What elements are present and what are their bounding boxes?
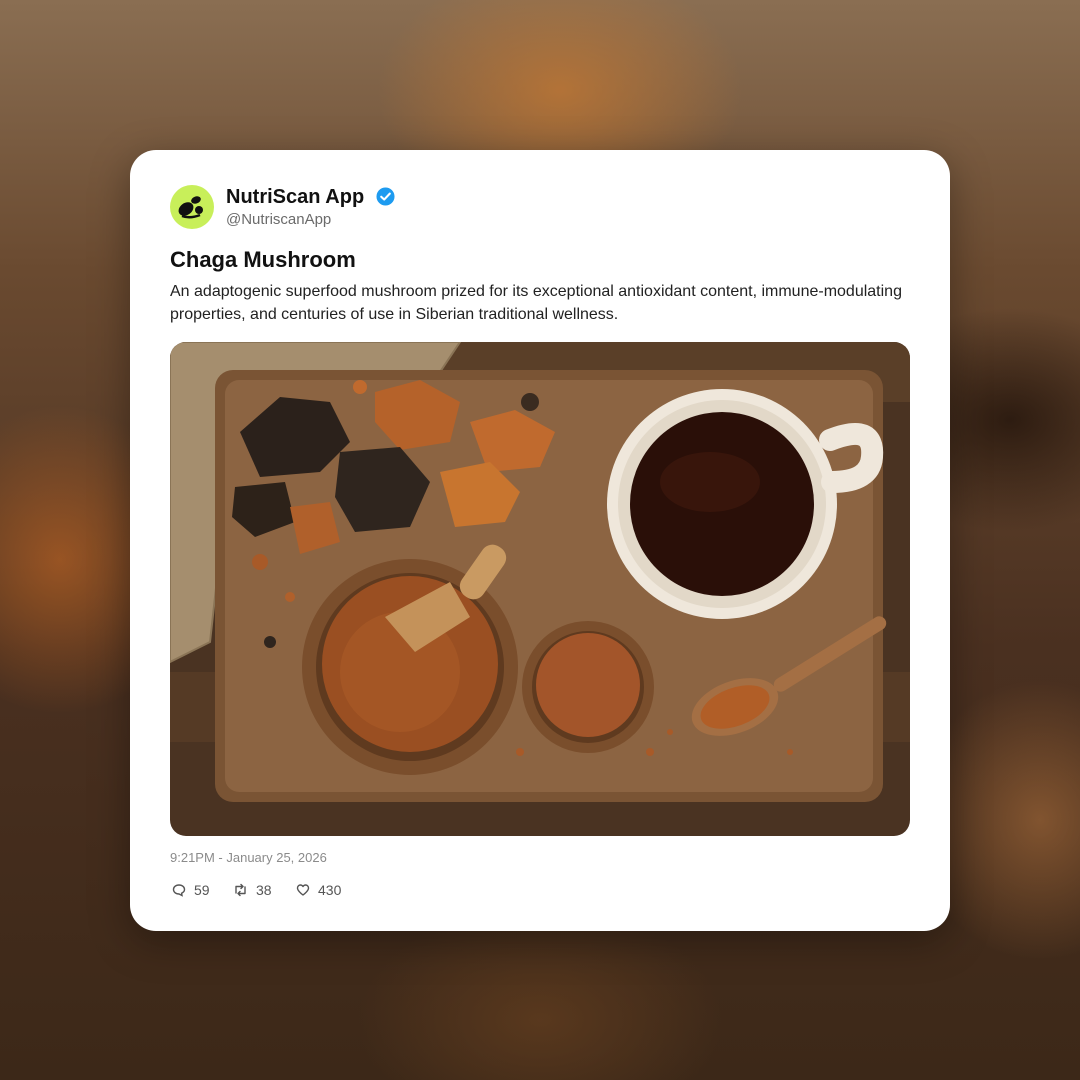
leaf-logo-icon (178, 196, 203, 219)
avatar[interactable] (170, 185, 214, 229)
reply-button[interactable]: 59 (172, 880, 210, 900)
like-count: 430 (318, 882, 342, 898)
verified-badge-icon (376, 187, 395, 206)
post-image[interactable] (170, 342, 910, 836)
like-button[interactable]: 430 (296, 880, 341, 900)
heart-icon (296, 884, 310, 896)
post-timestamp: 9:21PM - January 25, 2026 (170, 850, 327, 865)
author-handle[interactable]: @NutriscanApp (226, 211, 331, 229)
repost-button[interactable]: 38 (233, 880, 272, 900)
post-description: An adaptogenic superfood mushroom prized… (170, 283, 902, 323)
reply-count: 59 (194, 882, 210, 898)
post-card: NutriScan App @NutriscanApp Chaga Mushro… (130, 150, 950, 931)
chaga-mushroom-photo (170, 342, 910, 836)
repost-count: 38 (256, 882, 272, 898)
reply-icon (172, 884, 186, 897)
repost-icon (235, 883, 246, 897)
post-title: Chaga Mushroom (170, 247, 356, 272)
author-name[interactable]: NutriScan App (226, 185, 364, 209)
